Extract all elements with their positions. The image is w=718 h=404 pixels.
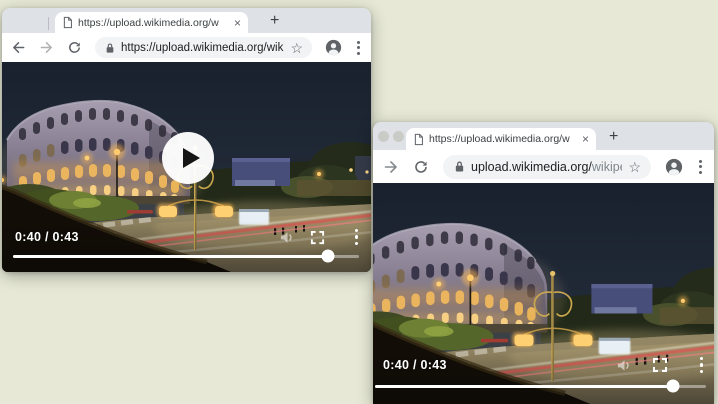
profile-avatar-icon[interactable] <box>665 158 683 176</box>
tab-strip: https://upload.wikimedia.org/w × + <box>2 8 371 33</box>
address-bar[interactable]: https://upload.wikimedia.org/wik... ☆ <box>95 37 312 58</box>
fullscreen-icon[interactable] <box>652 357 668 373</box>
volume-icon[interactable] <box>279 230 296 245</box>
forward-button[interactable] <box>383 159 399 175</box>
browser-tab[interactable]: https://upload.wikimedia.org/w × <box>55 12 248 33</box>
time-display: 0:40 / 0:43 <box>383 358 447 372</box>
tab-divider <box>48 17 49 30</box>
time-display: 0:40 / 0:43 <box>15 230 79 244</box>
volume-icon[interactable] <box>616 358 633 373</box>
browser-toolbar: https://upload.wikimedia.org/wik... ☆ <box>2 33 371 62</box>
video-player[interactable]: 0:40 / 0:43 <box>2 62 371 272</box>
reload-button[interactable] <box>413 159 429 175</box>
forward-button[interactable] <box>39 40 54 55</box>
url-host: upload.wikimedia.org/ <box>471 159 592 174</box>
url-text: https://upload.wikimedia.org/wik... <box>121 41 285 54</box>
play-icon <box>182 148 200 168</box>
lock-icon <box>105 42 115 54</box>
progress-played <box>13 254 328 258</box>
bookmark-star-icon[interactable]: ☆ <box>290 41 303 55</box>
browser-toolbar: upload.wikimedia.org/wikipedia/... ☆ <box>373 150 714 183</box>
window-control-dot[interactable] <box>378 131 389 142</box>
play-button-overlay[interactable] <box>162 132 214 184</box>
browser-window-2: https://upload.wikimedia.org/w × + uploa… <box>373 122 714 404</box>
new-tab-button[interactable]: + <box>270 13 279 29</box>
controls-shade <box>2 220 371 272</box>
close-tab-icon[interactable]: × <box>580 133 589 145</box>
fullscreen-icon[interactable] <box>310 230 325 245</box>
browser-window-1: https://upload.wikimedia.org/w × + https… <box>2 8 371 272</box>
url-text: upload.wikimedia.org/wikipedia/... <box>471 160 622 174</box>
progress-bar[interactable] <box>375 379 706 393</box>
tab-title: https://upload.wikimedia.org/w <box>78 16 219 29</box>
browser-menu-icon[interactable] <box>355 39 362 57</box>
back-button[interactable] <box>11 40 26 55</box>
page-icon <box>62 16 73 29</box>
browser-menu-icon[interactable] <box>697 158 704 176</box>
player-menu-icon[interactable] <box>354 228 358 245</box>
progress-played <box>375 384 673 388</box>
video-player[interactable]: 0:40 / 0:43 <box>373 183 714 404</box>
new-tab-button[interactable]: + <box>609 129 618 145</box>
progress-knob[interactable] <box>321 249 335 263</box>
progress-bar[interactable] <box>13 249 359 263</box>
profile-avatar-icon[interactable] <box>325 39 342 56</box>
tab-strip: https://upload.wikimedia.org/w × + <box>373 122 714 150</box>
player-menu-icon[interactable] <box>699 356 703 373</box>
url-path: wikipedia/... <box>591 159 623 174</box>
progress-knob[interactable] <box>666 379 680 393</box>
tab-title: https://upload.wikimedia.org/w <box>429 133 570 145</box>
address-bar[interactable]: upload.wikimedia.org/wikipedia/... ☆ <box>443 154 651 179</box>
browser-tab[interactable]: https://upload.wikimedia.org/w × <box>406 128 596 150</box>
window-control-dot[interactable] <box>393 131 404 142</box>
lock-icon <box>454 160 465 173</box>
close-tab-icon[interactable]: × <box>232 17 241 29</box>
reload-button[interactable] <box>67 40 82 55</box>
bookmark-star-icon[interactable]: ☆ <box>628 160 641 174</box>
page-icon <box>413 133 424 146</box>
